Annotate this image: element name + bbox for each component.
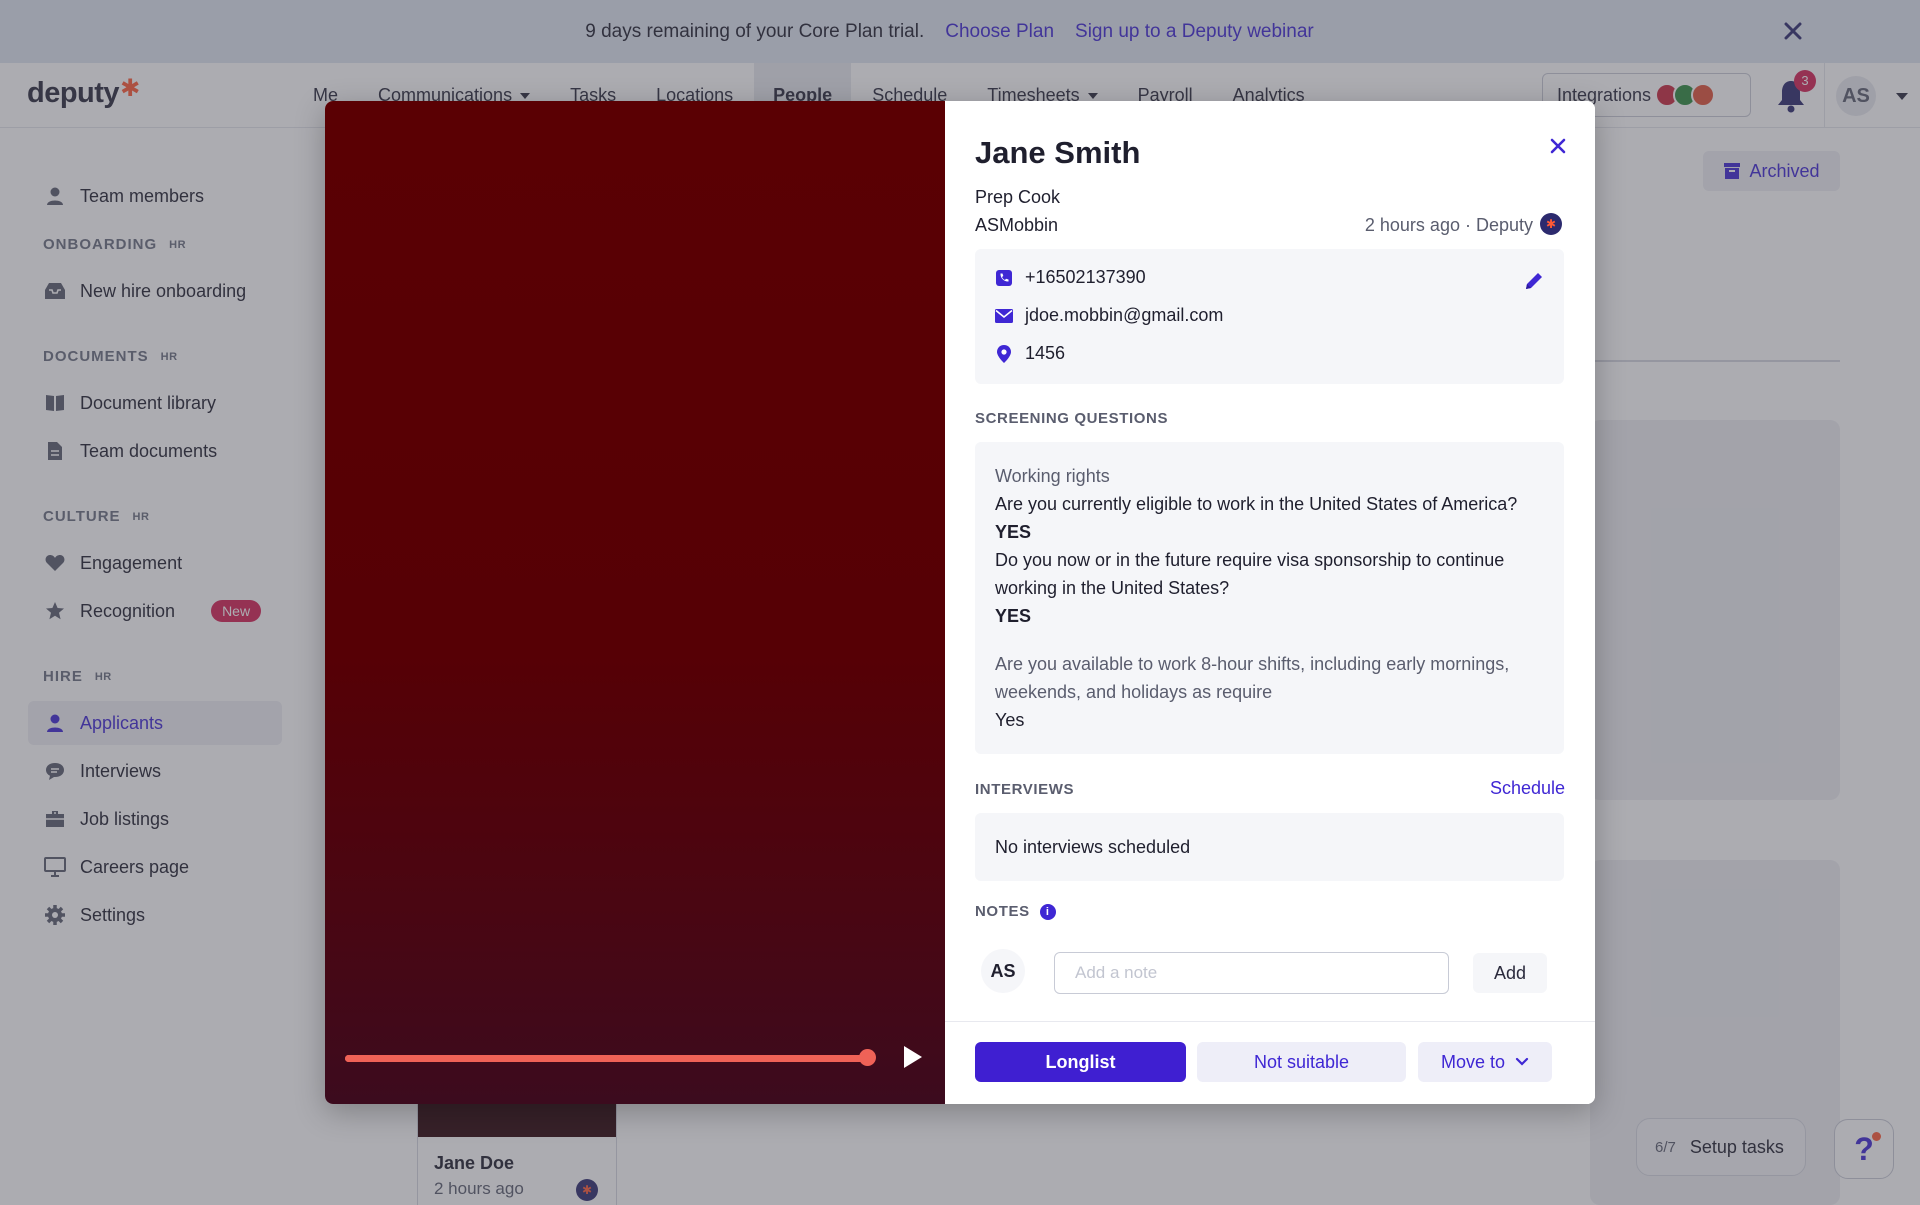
deputy-source-icon: ✱ bbox=[1540, 213, 1562, 235]
phone-icon bbox=[995, 269, 1013, 287]
applicant-name: Jane Smith bbox=[975, 135, 1141, 170]
screening-heading: SCREENING QUESTIONS bbox=[975, 410, 1169, 427]
location-pin-icon bbox=[995, 344, 1013, 363]
modal-footer: Longlist Not suitable Move to bbox=[945, 1021, 1595, 1104]
longlist-button[interactable]: Longlist bbox=[975, 1042, 1186, 1082]
contact-email: jdoe.mobbin@gmail.com bbox=[995, 305, 1223, 326]
applicant-source: 2 hours ago · Deputy bbox=[1364, 215, 1533, 235]
contact-phone: +16502137390 bbox=[995, 267, 1146, 288]
screening-answer: YES bbox=[995, 606, 1032, 626]
pencil-icon[interactable] bbox=[1523, 270, 1545, 292]
note-author-avatar: AS bbox=[981, 949, 1025, 993]
add-note-button[interactable]: Add bbox=[1473, 953, 1547, 993]
notes-heading: NOTES i bbox=[975, 903, 1056, 920]
applicant-modal: Jane Smith Prep Cook ASMobbin 2 hours ag… bbox=[325, 101, 1595, 1104]
interviews-heading: INTERVIEWS bbox=[975, 781, 1075, 798]
interviews-empty-state: No interviews scheduled bbox=[975, 813, 1564, 881]
chevron-down-icon bbox=[1515, 1057, 1529, 1066]
screening-question: Are you currently eligible to work in th… bbox=[995, 494, 1518, 514]
screening-answer: Yes bbox=[995, 710, 1025, 730]
video-progress-fill bbox=[345, 1055, 867, 1062]
add-note-input[interactable] bbox=[1054, 952, 1449, 994]
info-icon[interactable]: i bbox=[1039, 903, 1056, 920]
screening-answers: Working rights Are you currently eligibl… bbox=[975, 442, 1564, 754]
schedule-interview-link[interactable]: Schedule bbox=[1490, 778, 1565, 799]
screening-group-title: Working rights bbox=[995, 466, 1110, 486]
play-icon[interactable] bbox=[904, 1046, 922, 1068]
close-icon[interactable] bbox=[1543, 131, 1573, 161]
video-progress-bar[interactable] bbox=[345, 1055, 867, 1062]
applicant-role: Prep Cook bbox=[975, 187, 1061, 207]
not-suitable-button[interactable]: Not suitable bbox=[1197, 1042, 1406, 1082]
video-player[interactable] bbox=[325, 101, 945, 1104]
applicant-details-panel: Jane Smith Prep Cook ASMobbin 2 hours ag… bbox=[945, 101, 1595, 1104]
move-to-button[interactable]: Move to bbox=[1418, 1042, 1552, 1082]
mail-icon bbox=[995, 307, 1013, 325]
screening-question: Are you available to work 8-hour shifts,… bbox=[995, 654, 1510, 702]
screening-question: Do you now or in the future require visa… bbox=[995, 550, 1505, 598]
screening-answer: YES bbox=[995, 522, 1032, 542]
applicant-location: ASMobbin bbox=[975, 215, 1059, 235]
contact-details: +16502137390 jdoe.mobbin@gmail.com 1456 bbox=[975, 249, 1564, 384]
contact-postcode: 1456 bbox=[995, 343, 1065, 364]
video-scrubber-handle[interactable] bbox=[859, 1049, 876, 1066]
